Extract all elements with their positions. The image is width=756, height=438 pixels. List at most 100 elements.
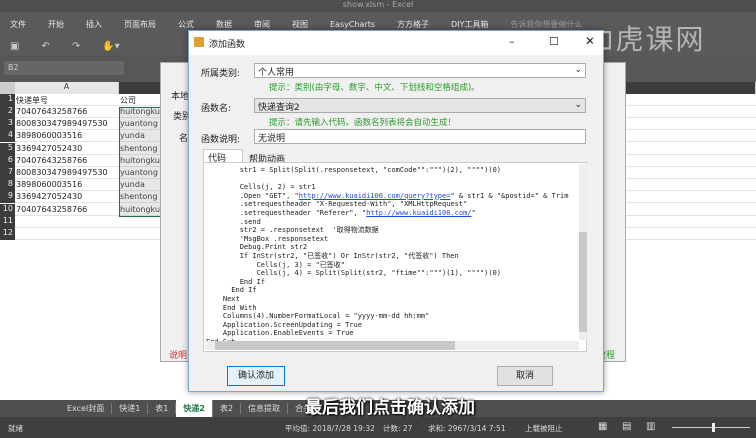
code-link[interactable]: http://www.kuaidi100.com/ (366, 209, 471, 217)
save-icon[interactable]: ▣ (10, 41, 19, 52)
row-number[interactable]: 1 (0, 94, 15, 106)
code-text: " (471, 208, 476, 217)
ribbon-tab[interactable]: 文件 (10, 19, 26, 30)
code-line: Cells(j, 4) = Split(Split(str2, "ftime""… (206, 269, 586, 278)
vertical-scrollbar[interactable] (579, 164, 587, 340)
row-number[interactable]: 9 (0, 191, 15, 204)
code-link[interactable]: http://www.kuaidi100.com/query?type= (299, 192, 451, 200)
code-text: Columns(4).NumberFormatLocal = "yyyy-mm-… (206, 312, 430, 321)
row-number[interactable]: 6 (0, 154, 15, 167)
cell-tracking-number[interactable] (16, 216, 116, 217)
scrollbar-thumb[interactable] (579, 232, 587, 332)
description-label: 函数说明: (201, 135, 241, 145)
row-number[interactable]: 8 (0, 179, 15, 192)
status-average: 平均值: 2018/7/28 19:32 (285, 424, 375, 433)
code-text: End If (206, 286, 257, 295)
name-box[interactable]: B2 (4, 61, 124, 75)
code-editor[interactable]: str1 = Split(Split(.responsetext, "comCo… (203, 162, 587, 352)
code-text: 'MsgBox .responsetext (206, 234, 329, 243)
name-label: 函数名: (201, 104, 232, 114)
description-input[interactable]: 无说明 (254, 129, 586, 144)
bg-tab[interactable]: 本地 (171, 89, 189, 102)
code-text: " & str1 & "&postid=" & Trim (450, 191, 569, 200)
touch-mode-icon[interactable]: ✋▾ (102, 41, 119, 52)
select-all[interactable] (0, 82, 15, 94)
cell-tracking-number[interactable] (16, 228, 116, 229)
cell-tracking-number[interactable]: 快递单号 (16, 94, 116, 106)
ribbon-tab[interactable]: EasyCharts (330, 20, 375, 29)
row-number[interactable]: 12 (0, 228, 15, 240)
ribbon-tab[interactable]: 数据 (216, 19, 232, 30)
row-number[interactable]: 7 (0, 167, 15, 179)
horizontal-scrollbar[interactable] (205, 341, 579, 350)
row-number[interactable]: 5 (0, 142, 15, 155)
code-line: Cells(j, 3) = "已签收" (206, 261, 586, 270)
minimize-button[interactable]: – (509, 35, 515, 48)
redo-icon[interactable]: ↷ (72, 41, 80, 52)
ribbon-tab[interactable]: DIY工具箱 (451, 19, 488, 30)
code-line: Debug.Print str2 (206, 243, 586, 252)
row-number[interactable]: 10 (0, 203, 15, 216)
zoom-slider-thumb[interactable] (712, 423, 715, 432)
chevron-down-icon: ⌄ (574, 100, 582, 110)
sheet-tab[interactable]: 快递1 (112, 403, 149, 414)
normal-view-icon[interactable]: ▦ (598, 421, 607, 432)
row-number[interactable]: 4 (0, 130, 15, 143)
function-name-select[interactable]: 快递查询2 ⌄ (254, 98, 586, 113)
confirm-add-button[interactable]: 确认添加 (227, 366, 285, 386)
cell-tracking-number[interactable]: 70407643258766 (16, 155, 116, 165)
code-text: str2 = .responsetext '取得物流数据 (206, 226, 379, 235)
ribbon-tab[interactable]: 审阅 (254, 19, 270, 30)
scrollbar-thumb[interactable] (215, 341, 455, 350)
category-hint: 提示：类别(由字母、数字、中文、下划线和空格组成)。 (269, 83, 480, 93)
code-line: Application.EnableEvents = True (206, 329, 586, 338)
undo-icon[interactable]: ↶ (41, 41, 49, 52)
cell-tracking-number[interactable]: 3369427052430 (16, 143, 116, 153)
sheet-tab[interactable]: 表2 (213, 403, 242, 414)
code-line: Columns(4).NumberFormatLocal = "yyyy-mm-… (206, 312, 586, 321)
sheet-tab[interactable]: Excel封面 (60, 403, 113, 414)
cell-tracking-number[interactable]: 3369427052430 (16, 191, 116, 201)
cell-tracking-number[interactable]: 70407643258766 (16, 204, 116, 214)
cancel-button[interactable]: 取消 (497, 366, 553, 386)
ribbon-tab[interactable]: 页面布局 (124, 19, 156, 30)
ribbon-tab[interactable]: 视图 (292, 19, 308, 30)
function-name-value: 快递查询2 (258, 103, 300, 113)
row-number[interactable]: 2 (0, 106, 15, 118)
column-header-a[interactable]: A (15, 82, 119, 94)
maximize-button[interactable]: ☐ (549, 35, 559, 48)
code-text: End If (206, 277, 266, 286)
page-layout-icon[interactable]: ▤ (622, 421, 631, 432)
code-line: Next (206, 295, 586, 304)
cell-tracking-number[interactable]: 70407643258766 (16, 106, 116, 116)
code-text: .setrequestheader "X-Requested-With", "X… (206, 200, 468, 209)
code-text: Application.ScreenUpdating = True (206, 320, 362, 329)
name-hint: 提示：请先输入代码。函数名列表将会自动生成！ (269, 118, 457, 128)
zoom-slider[interactable] (672, 423, 750, 432)
status-upload[interactable]: 上载被阻止 (525, 423, 563, 434)
cell-tracking-number[interactable]: 800830347989497530 (16, 118, 116, 128)
ribbon-tab[interactable]: 开始 (48, 19, 64, 30)
cell-tracking-number[interactable]: 3898060003516 (16, 179, 116, 189)
sheet-tab[interactable]: 快递2 (176, 400, 213, 417)
category-select[interactable]: 个人常用 ⌄ (254, 63, 586, 78)
cell-tracking-number[interactable]: 800830347989497530 (16, 167, 116, 177)
ribbon-tab[interactable]: 方方格子 (397, 19, 429, 30)
code-text: Application.EnableEvents = True (206, 329, 354, 338)
cell-tracking-number[interactable]: 3898060003516 (16, 130, 116, 140)
tell-me-search[interactable]: 告诉我你想要做什么 (510, 19, 582, 30)
sheet-tab[interactable]: 表1 (148, 403, 177, 414)
bg-note[interactable]: 说明 (169, 348, 187, 361)
row-number[interactable]: 11 (0, 215, 15, 228)
ribbon-tab[interactable]: 公式 (178, 19, 194, 30)
tab-code[interactable]: 代码 (203, 149, 243, 164)
code-text: Cells(j, 3) = "已签收" (206, 260, 346, 269)
category-value: 个人常用 (258, 68, 295, 78)
row-number[interactable]: 3 (0, 118, 15, 131)
ribbon-tab[interactable]: 插入 (86, 19, 102, 30)
bg-col: 名 (179, 134, 189, 144)
code-line: End With (206, 304, 586, 313)
sheet-tab[interactable]: 信息提取 (241, 403, 289, 414)
code-line: str2 = .responsetext '取得物流数据 (206, 226, 586, 235)
page-break-icon[interactable]: ▥ (646, 421, 655, 432)
